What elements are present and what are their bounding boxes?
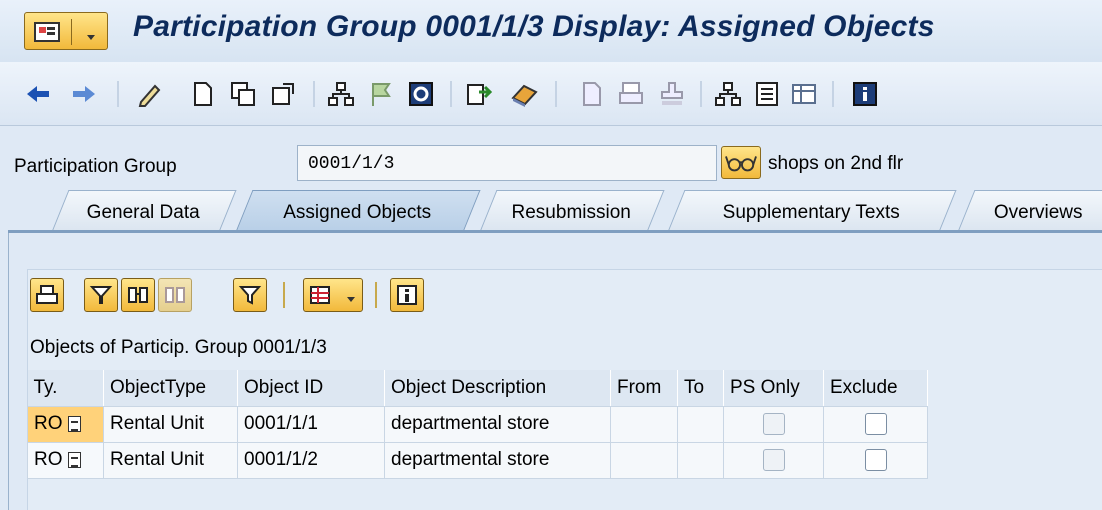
sap-menu-icon (34, 22, 60, 42)
system-menu-button[interactable] (24, 12, 108, 50)
column-header[interactable]: To (677, 370, 724, 407)
objects-caption: Objects of Particip. Group 0001/1/3 (30, 337, 327, 358)
column-header[interactable]: Object Description (384, 370, 611, 407)
to-cell[interactable] (677, 441, 724, 479)
toolbar-separator (555, 81, 557, 107)
column-header[interactable]: Object ID (237, 370, 385, 407)
object-type-cell[interactable]: Rental Unit (103, 405, 238, 443)
dropdown-icon (87, 35, 95, 40)
tab-assigned-objects[interactable]: Assigned Objects (235, 190, 481, 232)
filter-button[interactable] (84, 278, 118, 312)
column-header[interactable]: Ty. (27, 370, 104, 407)
toolbar-separator (375, 282, 377, 308)
exclude-checkbox[interactable] (864, 448, 887, 471)
binoculars-plus-icon (165, 287, 185, 303)
flag-icon[interactable] (367, 80, 395, 108)
type-cell[interactable]: RO (27, 405, 104, 443)
tab-overviews[interactable]: Overviews (957, 190, 1102, 232)
list-icon[interactable] (753, 80, 781, 108)
ps-only-cell (723, 441, 824, 479)
refresh-icon[interactable] (407, 80, 435, 108)
toolbar-separator (117, 81, 119, 107)
delete-icon[interactable] (510, 80, 538, 108)
print-icon (36, 285, 58, 304)
dropdown-icon (347, 297, 355, 302)
sort-icon (89, 286, 113, 304)
ps-only-checkbox[interactable] (762, 448, 785, 471)
stamp-icon[interactable] (658, 80, 686, 108)
layout-icon (310, 286, 330, 304)
find-button[interactable] (121, 278, 155, 312)
note-icon[interactable] (67, 451, 81, 468)
edit-icon[interactable] (137, 80, 165, 108)
object-description-cell[interactable]: departmental store (384, 405, 611, 443)
object-description-cell[interactable]: departmental store (384, 441, 611, 479)
participation-group-field[interactable]: 0001/1/3 (297, 145, 717, 181)
from-cell[interactable] (610, 405, 678, 443)
toolbar-separator (283, 282, 285, 308)
back-arrow-icon[interactable] (24, 80, 52, 108)
application-toolbar (0, 62, 1102, 126)
layout-button[interactable] (303, 278, 363, 312)
column-header[interactable]: Exclude (823, 370, 928, 407)
info-icon[interactable] (851, 80, 879, 108)
print-preview-button[interactable] (30, 278, 64, 312)
copy-icon[interactable] (229, 80, 257, 108)
note-icon[interactable] (67, 415, 81, 432)
display-icon[interactable] (465, 80, 493, 108)
document-icon[interactable] (577, 80, 605, 108)
binoculars-icon (128, 287, 148, 303)
participation-group-description: shops on 2nd flr (768, 153, 904, 174)
table-header-row: Ty. ObjectType Object ID Object Descript… (27, 370, 928, 407)
info-icon (397, 285, 417, 305)
table-row[interactable]: RO Rental Unit 0001/1/2 departmental sto… (27, 441, 928, 479)
filter-icon (238, 286, 262, 305)
menu-separator (71, 19, 72, 45)
exclude-cell (823, 441, 928, 479)
print-icon[interactable] (617, 80, 645, 108)
tab-supplementary-texts[interactable]: Supplementary Texts (667, 190, 957, 232)
glasses-button[interactable] (721, 146, 761, 179)
create-icon[interactable] (189, 80, 217, 108)
object-id-cell[interactable]: 0001/1/1 (237, 405, 385, 443)
object-id-cell[interactable]: 0001/1/2 (237, 441, 385, 479)
exclude-checkbox[interactable] (864, 412, 887, 435)
assigned-objects-table: Ty. ObjectType Object ID Object Descript… (27, 370, 928, 479)
structure-icon[interactable] (714, 80, 742, 108)
glasses-icon (725, 156, 757, 172)
toolbar-separator (313, 81, 315, 107)
tab-general-data[interactable]: General Data (51, 190, 237, 232)
toolbar-separator (832, 81, 834, 107)
from-cell[interactable] (610, 441, 678, 479)
to-cell[interactable] (677, 405, 724, 443)
ps-only-checkbox[interactable] (762, 412, 785, 435)
other-object-icon[interactable] (269, 80, 297, 108)
title-bar: Participation Group 0001/1/3 Display: As… (0, 0, 1102, 62)
window-title: Participation Group 0001/1/3 Display: As… (133, 10, 935, 43)
info-button[interactable] (390, 278, 424, 312)
toolbar-separator (450, 81, 452, 107)
type-cell[interactable]: RO (27, 441, 104, 479)
column-header[interactable]: PS Only (723, 370, 824, 407)
find-next-button[interactable] (158, 278, 192, 312)
column-header[interactable]: ObjectType (103, 370, 238, 407)
forward-arrow-icon[interactable] (70, 80, 98, 108)
tab-strip: General Data Resubmission Supplementary … (0, 188, 1102, 232)
tab-resubmission[interactable]: Resubmission (479, 190, 665, 232)
ps-only-cell (723, 405, 824, 443)
column-header[interactable]: From (610, 370, 678, 407)
set-filter-button[interactable] (233, 278, 267, 312)
toolbar-separator (700, 81, 702, 107)
participation-group-label: Participation Group (14, 156, 177, 177)
exclude-cell (823, 405, 928, 443)
table-row[interactable]: RO Rental Unit 0001/1/1 departmental sto… (27, 405, 928, 443)
object-type-cell[interactable]: Rental Unit (103, 441, 238, 479)
hierarchy-icon[interactable] (327, 80, 355, 108)
table-icon[interactable] (790, 80, 818, 108)
